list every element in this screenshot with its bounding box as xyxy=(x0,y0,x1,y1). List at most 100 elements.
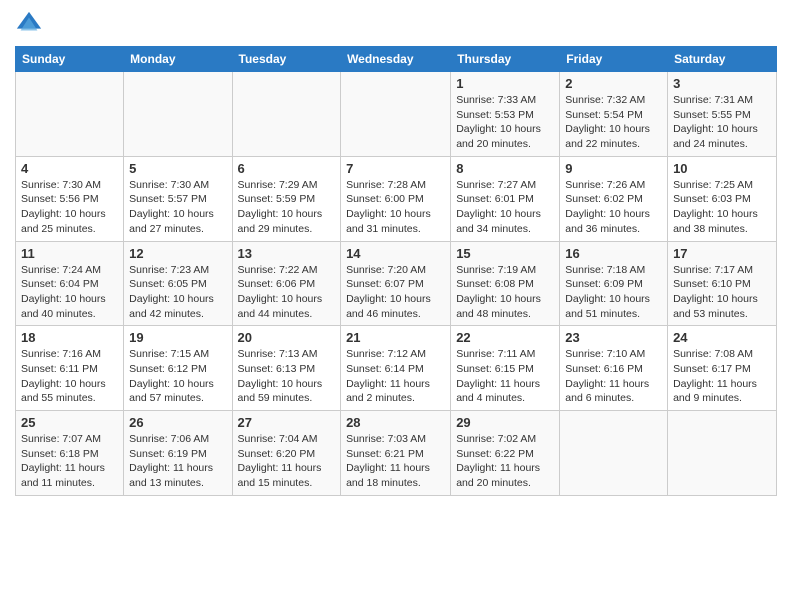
day-cell: 3 Sunrise: 7:31 AMSunset: 5:55 PMDayligh… xyxy=(668,72,777,157)
day-cell xyxy=(124,72,232,157)
day-info: Sunrise: 7:15 AMSunset: 6:12 PMDaylight:… xyxy=(129,347,226,406)
day-cell xyxy=(16,72,124,157)
week-row-5: 25 Sunrise: 7:07 AMSunset: 6:18 PMDaylig… xyxy=(16,411,777,496)
day-number: 24 xyxy=(673,330,771,345)
day-cell: 13 Sunrise: 7:22 AMSunset: 6:06 PMDaylig… xyxy=(232,241,341,326)
day-number: 19 xyxy=(129,330,226,345)
day-number: 18 xyxy=(21,330,118,345)
day-cell xyxy=(560,411,668,496)
day-number: 8 xyxy=(456,161,554,176)
day-cell: 1 Sunrise: 7:33 AMSunset: 5:53 PMDayligh… xyxy=(451,72,560,157)
day-cell: 23 Sunrise: 7:10 AMSunset: 6:16 PMDaylig… xyxy=(560,326,668,411)
day-number: 15 xyxy=(456,246,554,261)
day-info: Sunrise: 7:02 AMSunset: 6:22 PMDaylight:… xyxy=(456,432,554,491)
day-info: Sunrise: 7:17 AMSunset: 6:10 PMDaylight:… xyxy=(673,263,771,322)
day-info: Sunrise: 7:23 AMSunset: 6:05 PMDaylight:… xyxy=(129,263,226,322)
day-cell xyxy=(668,411,777,496)
day-number: 10 xyxy=(673,161,771,176)
page-header xyxy=(15,10,777,38)
day-number: 16 xyxy=(565,246,662,261)
day-number: 21 xyxy=(346,330,445,345)
day-header-wednesday: Wednesday xyxy=(341,47,451,72)
logo-icon xyxy=(15,10,43,38)
day-number: 27 xyxy=(238,415,336,430)
day-info: Sunrise: 7:18 AMSunset: 6:09 PMDaylight:… xyxy=(565,263,662,322)
day-cell: 6 Sunrise: 7:29 AMSunset: 5:59 PMDayligh… xyxy=(232,156,341,241)
day-info: Sunrise: 7:16 AMSunset: 6:11 PMDaylight:… xyxy=(21,347,118,406)
day-number: 25 xyxy=(21,415,118,430)
day-cell: 11 Sunrise: 7:24 AMSunset: 6:04 PMDaylig… xyxy=(16,241,124,326)
day-info: Sunrise: 7:25 AMSunset: 6:03 PMDaylight:… xyxy=(673,178,771,237)
day-info: Sunrise: 7:29 AMSunset: 5:59 PMDaylight:… xyxy=(238,178,336,237)
day-info: Sunrise: 7:10 AMSunset: 6:16 PMDaylight:… xyxy=(565,347,662,406)
calendar-table: SundayMondayTuesdayWednesdayThursdayFrid… xyxy=(15,46,777,496)
week-row-2: 4 Sunrise: 7:30 AMSunset: 5:56 PMDayligh… xyxy=(16,156,777,241)
day-header-saturday: Saturday xyxy=(668,47,777,72)
day-cell xyxy=(232,72,341,157)
week-row-1: 1 Sunrise: 7:33 AMSunset: 5:53 PMDayligh… xyxy=(16,72,777,157)
day-header-thursday: Thursday xyxy=(451,47,560,72)
day-number: 4 xyxy=(21,161,118,176)
day-number: 5 xyxy=(129,161,226,176)
day-info: Sunrise: 7:13 AMSunset: 6:13 PMDaylight:… xyxy=(238,347,336,406)
day-info: Sunrise: 7:19 AMSunset: 6:08 PMDaylight:… xyxy=(456,263,554,322)
day-number: 17 xyxy=(673,246,771,261)
day-cell: 12 Sunrise: 7:23 AMSunset: 6:05 PMDaylig… xyxy=(124,241,232,326)
day-cell: 25 Sunrise: 7:07 AMSunset: 6:18 PMDaylig… xyxy=(16,411,124,496)
day-number: 29 xyxy=(456,415,554,430)
day-number: 12 xyxy=(129,246,226,261)
day-cell: 29 Sunrise: 7:02 AMSunset: 6:22 PMDaylig… xyxy=(451,411,560,496)
day-number: 22 xyxy=(456,330,554,345)
day-cell: 21 Sunrise: 7:12 AMSunset: 6:14 PMDaylig… xyxy=(341,326,451,411)
day-cell: 17 Sunrise: 7:17 AMSunset: 6:10 PMDaylig… xyxy=(668,241,777,326)
day-number: 28 xyxy=(346,415,445,430)
day-info: Sunrise: 7:07 AMSunset: 6:18 PMDaylight:… xyxy=(21,432,118,491)
day-info: Sunrise: 7:28 AMSunset: 6:00 PMDaylight:… xyxy=(346,178,445,237)
day-number: 26 xyxy=(129,415,226,430)
day-info: Sunrise: 7:04 AMSunset: 6:20 PMDaylight:… xyxy=(238,432,336,491)
day-cell: 16 Sunrise: 7:18 AMSunset: 6:09 PMDaylig… xyxy=(560,241,668,326)
day-number: 23 xyxy=(565,330,662,345)
day-number: 7 xyxy=(346,161,445,176)
day-number: 3 xyxy=(673,76,771,91)
day-cell: 18 Sunrise: 7:16 AMSunset: 6:11 PMDaylig… xyxy=(16,326,124,411)
day-cell: 27 Sunrise: 7:04 AMSunset: 6:20 PMDaylig… xyxy=(232,411,341,496)
day-number: 6 xyxy=(238,161,336,176)
day-info: Sunrise: 7:24 AMSunset: 6:04 PMDaylight:… xyxy=(21,263,118,322)
day-number: 1 xyxy=(456,76,554,91)
day-cell: 4 Sunrise: 7:30 AMSunset: 5:56 PMDayligh… xyxy=(16,156,124,241)
day-number: 11 xyxy=(21,246,118,261)
day-info: Sunrise: 7:31 AMSunset: 5:55 PMDaylight:… xyxy=(673,93,771,152)
day-cell: 22 Sunrise: 7:11 AMSunset: 6:15 PMDaylig… xyxy=(451,326,560,411)
day-info: Sunrise: 7:20 AMSunset: 6:07 PMDaylight:… xyxy=(346,263,445,322)
day-info: Sunrise: 7:12 AMSunset: 6:14 PMDaylight:… xyxy=(346,347,445,406)
day-info: Sunrise: 7:30 AMSunset: 5:57 PMDaylight:… xyxy=(129,178,226,237)
day-cell: 28 Sunrise: 7:03 AMSunset: 6:21 PMDaylig… xyxy=(341,411,451,496)
day-info: Sunrise: 7:06 AMSunset: 6:19 PMDaylight:… xyxy=(129,432,226,491)
day-number: 20 xyxy=(238,330,336,345)
logo xyxy=(15,10,47,38)
day-cell: 15 Sunrise: 7:19 AMSunset: 6:08 PMDaylig… xyxy=(451,241,560,326)
day-cell: 5 Sunrise: 7:30 AMSunset: 5:57 PMDayligh… xyxy=(124,156,232,241)
day-header-sunday: Sunday xyxy=(16,47,124,72)
day-info: Sunrise: 7:22 AMSunset: 6:06 PMDaylight:… xyxy=(238,263,336,322)
day-cell: 19 Sunrise: 7:15 AMSunset: 6:12 PMDaylig… xyxy=(124,326,232,411)
day-info: Sunrise: 7:11 AMSunset: 6:15 PMDaylight:… xyxy=(456,347,554,406)
day-number: 2 xyxy=(565,76,662,91)
day-info: Sunrise: 7:26 AMSunset: 6:02 PMDaylight:… xyxy=(565,178,662,237)
header-row: SundayMondayTuesdayWednesdayThursdayFrid… xyxy=(16,47,777,72)
day-cell: 10 Sunrise: 7:25 AMSunset: 6:03 PMDaylig… xyxy=(668,156,777,241)
day-cell: 7 Sunrise: 7:28 AMSunset: 6:00 PMDayligh… xyxy=(341,156,451,241)
day-number: 14 xyxy=(346,246,445,261)
day-cell: 20 Sunrise: 7:13 AMSunset: 6:13 PMDaylig… xyxy=(232,326,341,411)
day-info: Sunrise: 7:27 AMSunset: 6:01 PMDaylight:… xyxy=(456,178,554,237)
day-cell xyxy=(341,72,451,157)
day-cell: 14 Sunrise: 7:20 AMSunset: 6:07 PMDaylig… xyxy=(341,241,451,326)
week-row-4: 18 Sunrise: 7:16 AMSunset: 6:11 PMDaylig… xyxy=(16,326,777,411)
day-number: 13 xyxy=(238,246,336,261)
day-cell: 8 Sunrise: 7:27 AMSunset: 6:01 PMDayligh… xyxy=(451,156,560,241)
week-row-3: 11 Sunrise: 7:24 AMSunset: 6:04 PMDaylig… xyxy=(16,241,777,326)
day-cell: 9 Sunrise: 7:26 AMSunset: 6:02 PMDayligh… xyxy=(560,156,668,241)
day-cell: 26 Sunrise: 7:06 AMSunset: 6:19 PMDaylig… xyxy=(124,411,232,496)
day-info: Sunrise: 7:30 AMSunset: 5:56 PMDaylight:… xyxy=(21,178,118,237)
